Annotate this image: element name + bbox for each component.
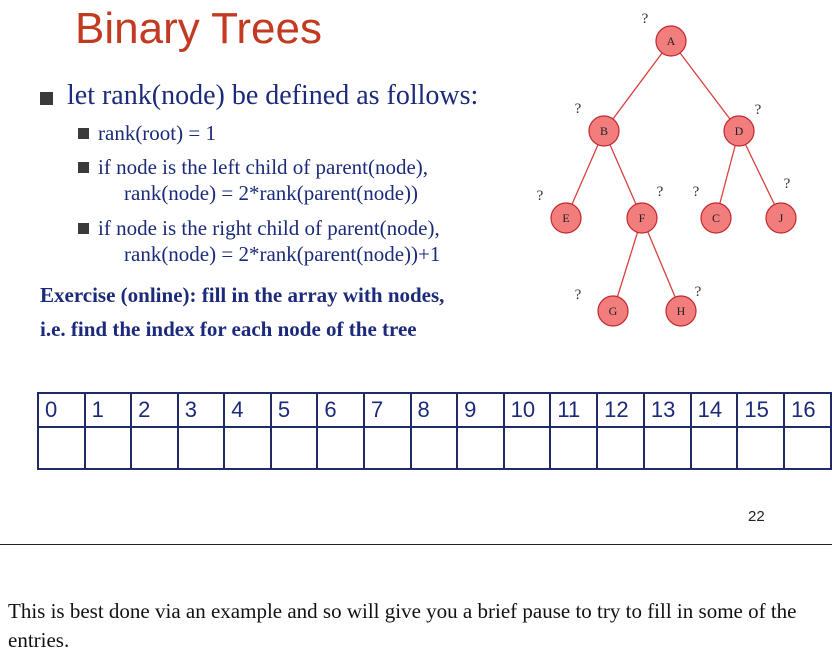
array-value-cell[interactable] — [130, 426, 179, 470]
array-index-cell: 12 — [596, 392, 645, 428]
array-index-cell: 6 — [316, 392, 365, 428]
edge-a-d — [670, 40, 740, 132]
array-index-cell: 2 — [130, 392, 179, 428]
array-value-cell[interactable] — [223, 426, 272, 470]
array-value-cell[interactable] — [502, 426, 552, 470]
sub-bullet-right-line2: rank(node) = 2*rank(parent(node))+1 — [124, 242, 441, 266]
exercise-line2: i.e. find the index for each node of the… — [40, 317, 417, 341]
slide-title: Binary Trees — [75, 4, 322, 53]
exercise-line1: Exercise (online): fill in the array wit… — [40, 283, 445, 307]
sub-bullet-root-text: rank(root) = 1 — [98, 121, 216, 145]
array-index-cell: 14 — [689, 392, 739, 428]
square-bullet-icon — [40, 92, 53, 105]
sub-bullet-right-child: if node is the right child of parent(nod… — [78, 215, 530, 267]
square-bullet-icon — [78, 162, 89, 173]
rank-unknown-a: ? — [642, 11, 649, 27]
array-index-cell: 5 — [269, 392, 319, 428]
array-value-cell[interactable] — [362, 426, 412, 470]
array-value-cell[interactable] — [596, 426, 645, 470]
array-index-cell: 7 — [362, 392, 412, 428]
array-index-cell: 8 — [409, 392, 459, 428]
array-value-cell[interactable] — [37, 426, 86, 470]
array-index-cell: 16 — [783, 392, 832, 428]
array-value-cell[interactable] — [409, 426, 459, 470]
square-bullet-icon — [78, 223, 89, 234]
array-value-cell[interactable] — [549, 426, 599, 470]
page-number: 22 — [748, 508, 765, 525]
array-index-cell: 9 — [456, 392, 505, 428]
rank-unknown-d: ? — [755, 102, 762, 118]
array-index-row: 0 1 2 3 4 5 6 7 8 9 10 11 12 13 14 15 16 — [37, 392, 832, 428]
sub-bullet-right-line1: if node is the right child of parent(nod… — [98, 216, 440, 240]
array-value-cell[interactable] — [269, 426, 319, 470]
rank-unknown-g: ? — [575, 287, 582, 303]
array-value-cell[interactable] — [642, 426, 692, 470]
sub-bullet-left-line1: if node is the left child of parent(node… — [98, 155, 429, 179]
array-index-cell: 4 — [223, 392, 272, 428]
rank-unknown-f: ? — [657, 184, 664, 200]
slide-divider — [0, 544, 832, 545]
sub-bullet-root: rank(root) = 1 — [78, 120, 530, 146]
node-label-f: F — [639, 211, 646, 225]
array-index-cell: 3 — [176, 392, 226, 428]
array-index-cell: 0 — [37, 392, 86, 428]
rank-unknown-e: ? — [537, 188, 544, 204]
array-value-cell[interactable] — [316, 426, 365, 470]
array-value-row — [37, 426, 832, 470]
array-index-cell: 1 — [83, 392, 133, 428]
tree-edges — [565, 40, 782, 312]
main-bullet: let rank(node) be defined as follows: — [40, 80, 530, 112]
array-value-cell[interactable] — [83, 426, 133, 470]
array-value-cell[interactable] — [456, 426, 505, 470]
sub-bullet-left-line2: rank(node) = 2*rank(parent(node)) — [124, 181, 419, 205]
rank-unknown-b: ? — [575, 101, 582, 117]
sub-bullet-left-child: if node is the left child of parent(node… — [78, 154, 530, 206]
exercise-text: Exercise (online): fill in the array wit… — [40, 278, 444, 346]
array-value-cell[interactable] — [689, 426, 739, 470]
rank-unknown-j: ? — [784, 176, 791, 192]
array-value-cell[interactable] — [176, 426, 226, 470]
main-bullet-text: let rank(node) be defined as follows: — [67, 80, 479, 111]
array-index-cell: 10 — [502, 392, 552, 428]
node-label-j: J — [779, 211, 784, 225]
rank-unknown-c: ? — [693, 184, 700, 200]
array-value-cell[interactable] — [783, 426, 832, 470]
node-label-d: D — [735, 124, 744, 138]
array-value-cell[interactable] — [736, 426, 786, 470]
array-index-cell: 13 — [642, 392, 692, 428]
node-label-c: C — [712, 211, 720, 225]
array-index-cell: 15 — [736, 392, 786, 428]
square-bullet-icon — [78, 128, 89, 139]
array-index-cell: 11 — [549, 392, 599, 428]
node-label-g: G — [609, 304, 618, 318]
node-label-e: E — [562, 211, 569, 225]
binary-tree-diagram: A B D E F C J G H ? ? ? ? ? ? ? ? ? — [537, 11, 797, 327]
node-label-h: H — [677, 304, 686, 318]
rank-array-table: 0 1 2 3 4 5 6 7 8 9 10 11 12 13 14 15 16 — [37, 392, 832, 470]
definition-bullets: let rank(node) be defined as follows: ra… — [40, 80, 530, 267]
node-label-a: A — [667, 34, 676, 48]
speaker-notes: This is best done via an example and so … — [8, 599, 797, 652]
node-label-b: B — [600, 124, 608, 138]
edge-a-b — [603, 40, 672, 132]
rank-unknown-h: ? — [695, 284, 702, 300]
